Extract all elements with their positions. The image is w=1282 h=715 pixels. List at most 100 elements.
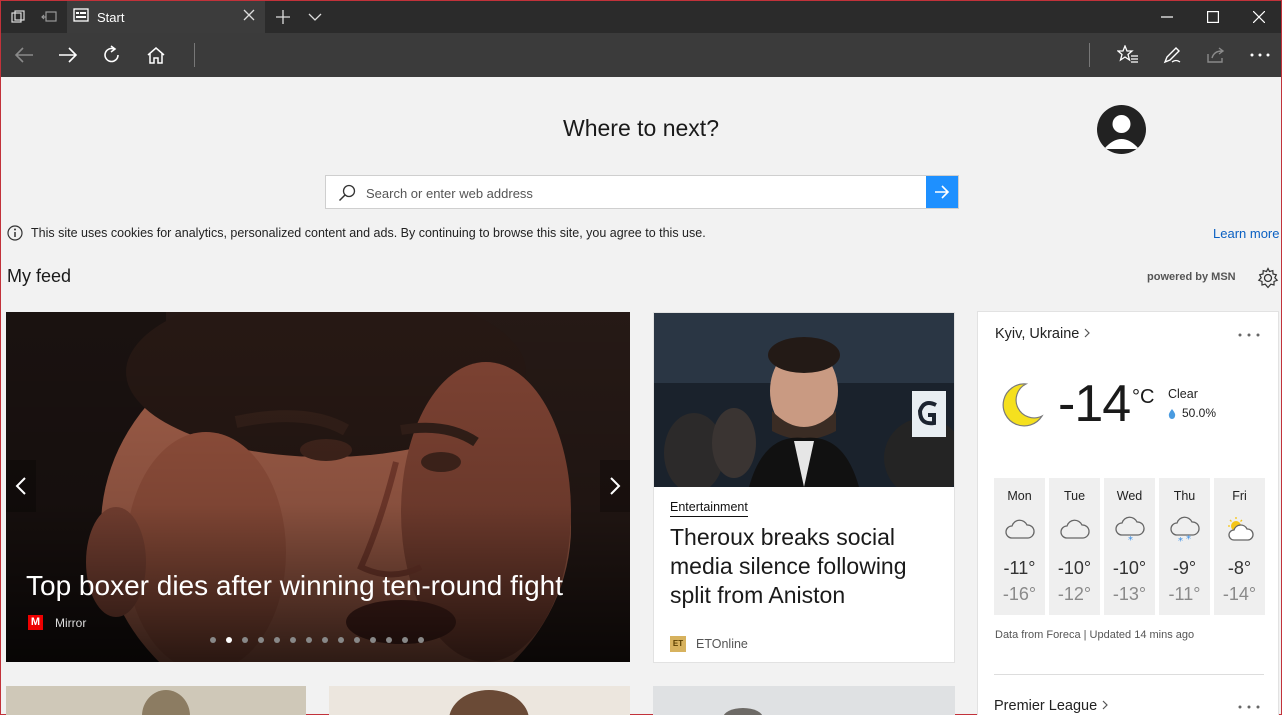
close-window-button[interactable] <box>1236 1 1282 33</box>
profile-avatar[interactable] <box>1097 105 1146 154</box>
water-drop-icon <box>1168 408 1176 419</box>
svg-text:*: * <box>1128 535 1133 544</box>
tab-preview-chevron-icon[interactable] <box>305 7 325 27</box>
favorites-hub-button[interactable] <box>1114 41 1142 69</box>
maximize-button[interactable] <box>1190 1 1236 33</box>
carousel-dot[interactable] <box>274 637 280 643</box>
carousel-dots <box>210 637 424 643</box>
hero-previous-button[interactable] <box>6 460 36 512</box>
carousel-dot[interactable] <box>386 637 392 643</box>
tab-start[interactable]: Start <box>67 1 265 33</box>
carousel-dot[interactable] <box>370 637 376 643</box>
tab-manager-icon[interactable] <box>8 7 28 27</box>
carousel-dot[interactable] <box>258 637 264 643</box>
divider <box>994 674 1264 675</box>
story-thumbnail[interactable] <box>6 686 306 715</box>
story-card[interactable]: Entertainment Theroux breaks social medi… <box>653 312 955 663</box>
weather-card: Kyiv, Ukraine -14 °C Clear 50.0% Mon -11°… <box>977 311 1279 715</box>
hero-headline[interactable]: Top boxer dies after winning ten-round f… <box>26 570 563 602</box>
more-menu-button[interactable] <box>1246 41 1274 69</box>
forecast-low: -12° <box>1057 584 1092 604</box>
hero-story-card[interactable]: Top boxer dies after winning ten-round f… <box>6 312 630 662</box>
forecast-high: -9° <box>1172 558 1197 578</box>
hero-source: M Mirror <box>28 615 86 630</box>
weather-location-label: Kyiv, Ukraine <box>995 326 1080 342</box>
cloudy-icon <box>1004 516 1036 544</box>
premier-league-link[interactable]: Premier League <box>994 698 1109 714</box>
share-button[interactable] <box>1202 41 1230 69</box>
minimize-button[interactable] <box>1144 1 1190 33</box>
carousel-dot[interactable] <box>338 637 344 643</box>
forecast-day-name: Wed <box>1116 489 1143 503</box>
moon-icon <box>996 380 1046 430</box>
back-button[interactable] <box>10 41 38 69</box>
humidity-value: 50.0% <box>1182 406 1217 420</box>
carousel-dot[interactable] <box>402 637 408 643</box>
svg-text:*: * <box>1186 534 1191 544</box>
home-button[interactable] <box>142 41 170 69</box>
tab-close-icon[interactable] <box>241 8 257 24</box>
hero-gradient-overlay <box>6 312 630 662</box>
refresh-button[interactable] <box>98 41 126 69</box>
forecast-day-tue[interactable]: Tue -10° -12° <box>1049 478 1100 615</box>
cookie-notice-text: This site uses cookies for analytics, pe… <box>31 226 706 240</box>
story-source-name: ETOnline <box>696 637 748 651</box>
carousel-dot[interactable] <box>226 637 232 643</box>
cloudy-icon <box>1059 516 1091 544</box>
premier-league-more-options-icon[interactable] <box>1238 696 1260 714</box>
forecast-high: -8° <box>1227 558 1252 578</box>
partly-sunny-icon <box>1224 516 1256 544</box>
tab-favicon-icon <box>73 7 89 27</box>
new-tab-button[interactable] <box>273 7 293 27</box>
story-headline[interactable]: Theroux breaks social media silence foll… <box>670 523 940 610</box>
premier-league-title: Premier League <box>994 698 1098 714</box>
tab-label: Start <box>97 9 125 25</box>
forecast-day-thu[interactable]: Thu * * -9° -11° <box>1159 478 1210 615</box>
mirror-logo-icon: M <box>28 615 43 630</box>
carousel-dot[interactable] <box>306 637 312 643</box>
weather-location[interactable]: Kyiv, Ukraine <box>995 326 1091 342</box>
forecast-day-wed[interactable]: Wed * -10° -13° <box>1104 478 1155 615</box>
carousel-dot[interactable] <box>354 637 360 643</box>
search-go-button[interactable] <box>926 176 958 208</box>
forecast-low: -11° <box>1168 584 1201 604</box>
story-thumbnail[interactable] <box>653 686 955 715</box>
forecast-high: -10° <box>1057 558 1092 578</box>
carousel-dot[interactable] <box>290 637 296 643</box>
forecast-day-mon[interactable]: Mon -11° -16° <box>994 478 1045 615</box>
svg-text:*: * <box>1178 536 1183 544</box>
learn-more-link[interactable]: Learn more <box>1213 226 1279 241</box>
forecast-high: -11° <box>1003 558 1036 578</box>
weather-more-options-icon[interactable] <box>1238 324 1260 342</box>
search-input[interactable] <box>366 182 906 204</box>
forecast-day-fri[interactable]: Fri -8° -14° <box>1214 478 1265 615</box>
temperature-unit[interactable]: °C <box>1132 386 1154 409</box>
story-image <box>654 313 954 487</box>
carousel-dot[interactable] <box>322 637 328 643</box>
search-box[interactable] <box>325 175 959 209</box>
light-snow-icon: * <box>1114 516 1146 546</box>
carousel-dot[interactable] <box>242 637 248 643</box>
title-bar: Start <box>1 1 1281 33</box>
weather-data-source: Data from Foreca | Updated 14 mins ago <box>995 629 1195 641</box>
page-heading: Where to next? <box>563 115 719 141</box>
carousel-dot[interactable] <box>210 637 216 643</box>
forecast-low: -14° <box>1222 584 1257 604</box>
story-thumbnail[interactable] <box>329 686 630 715</box>
web-note-button[interactable] <box>1158 41 1186 69</box>
forecast-days: Mon -11° -16° Tue -10° -12° Wed * -10° -13° Thu * * -… <box>994 478 1265 615</box>
forecast-high: -10° <box>1112 558 1147 578</box>
toolbar-separator <box>1089 43 1090 67</box>
carousel-dot[interactable] <box>418 637 424 643</box>
story-category[interactable]: Entertainment <box>670 500 748 517</box>
hero-next-button[interactable] <box>600 460 630 512</box>
chevron-right-icon <box>1083 326 1091 342</box>
navigation-toolbar <box>1 33 1281 77</box>
set-tabs-aside-icon[interactable] <box>39 7 59 27</box>
etonline-logo-icon: ET <box>670 636 686 652</box>
gear-icon[interactable] <box>1257 267 1279 289</box>
forward-button[interactable] <box>54 41 82 69</box>
info-icon <box>7 225 23 241</box>
toolbar-separator <box>194 43 195 67</box>
feed-title: My feed <box>7 266 72 286</box>
